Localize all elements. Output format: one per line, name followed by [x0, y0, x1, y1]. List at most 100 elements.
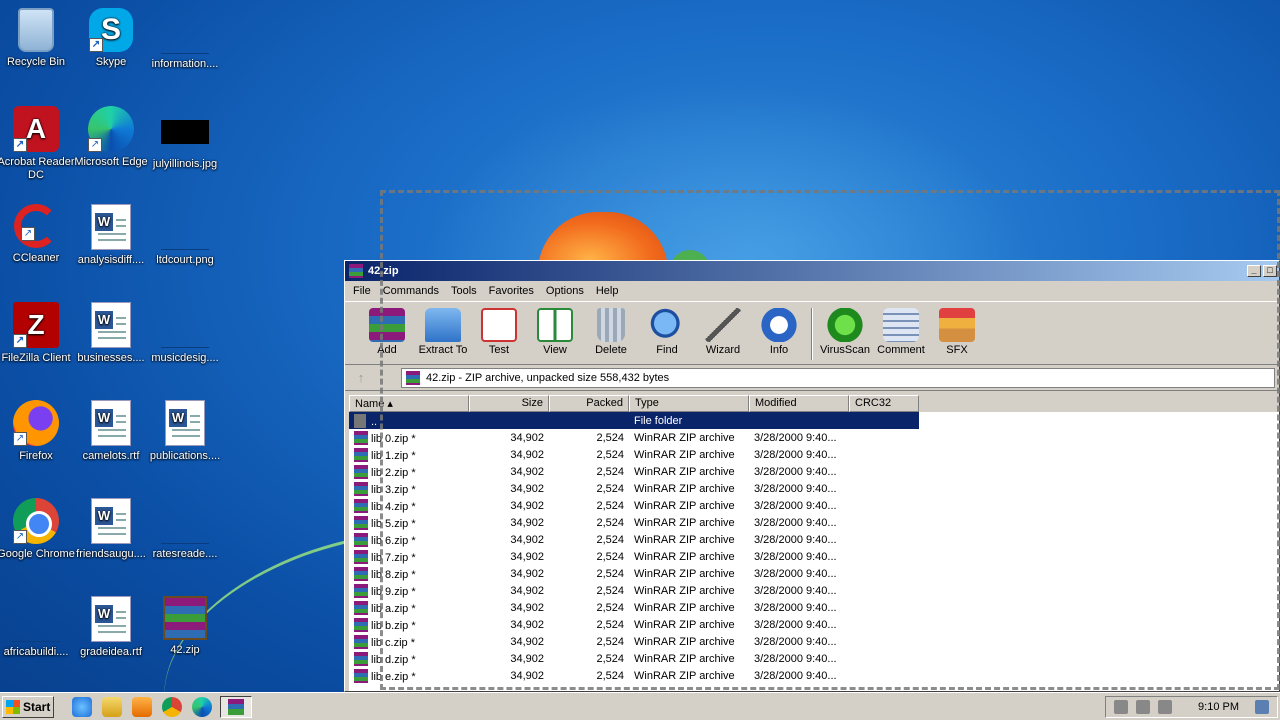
file-row[interactable]: lib e.zip * 34,902 2,524 WinRAR ZIP archive…	[349, 667, 1279, 684]
file-row[interactable]: lib 2.zip * 34,902 2,524 WinRAR ZIP archive…	[349, 463, 1279, 480]
menu-help[interactable]: Help	[590, 285, 625, 297]
view-label: View	[543, 344, 567, 356]
up-arrow-icon[interactable]: ↑	[349, 368, 373, 388]
parent-folder-row[interactable]: .. File folder	[349, 412, 919, 429]
volume-icon[interactable]	[1114, 699, 1129, 714]
window-titlebar[interactable]: 42.zip _ □	[345, 261, 1279, 281]
info-icon	[761, 308, 797, 342]
edge-icon[interactable]	[192, 696, 212, 717]
desktop-icon-acrobat[interactable]: A ↗ Acrobat Reader DC	[0, 106, 75, 182]
taskbar: Start 9:10 PM	[0, 692, 1280, 720]
file-name: lib 9.zip *	[371, 585, 416, 598]
desktop-icon-musicdesig[interactable]: musicdesig....	[146, 302, 224, 365]
ccleaner-icon: ↗	[14, 204, 58, 248]
ie-icon[interactable]	[72, 696, 92, 717]
desktop-icon-edge[interactable]: ↗ Microsoft Edge	[72, 106, 150, 169]
flag-icon[interactable]	[1158, 699, 1173, 714]
media-player-icon[interactable]	[132, 696, 152, 717]
view-button[interactable]: View	[527, 308, 583, 356]
zip-file-icon	[354, 651, 368, 666]
file-row[interactable]: lib 4.zip * 34,902 2,524 WinRAR ZIP archive…	[349, 497, 1279, 514]
desktop-icon-africabuildi[interactable]: africabuildi....	[0, 596, 75, 659]
delete-button[interactable]: Delete	[583, 308, 639, 356]
add-button[interactable]: Add	[359, 308, 415, 356]
explorer-icon[interactable]	[102, 696, 122, 717]
winrar-icon	[349, 264, 363, 278]
skype-icon: S ↗	[89, 8, 133, 52]
menu-options[interactable]: Options	[540, 285, 590, 297]
file-row[interactable]: lib 1.zip * 34,902 2,524 WinRAR ZIP archive…	[349, 446, 1279, 463]
column-modified[interactable]: Modified	[749, 395, 849, 412]
desktop-icon-firefox[interactable]: ↗ Firefox	[0, 400, 75, 463]
file-type: WinRAR ZIP archive	[634, 601, 735, 614]
file-name-cell: lib 9.zip *	[349, 583, 469, 598]
desktop-icon-ccleaner[interactable]: ↗ CCleaner	[0, 204, 75, 265]
desktop-icon-ratesreade[interactable]: ratesreade....	[146, 498, 224, 561]
delete-label: Delete	[595, 344, 627, 356]
file-row[interactable]: lib 6.zip * 34,902 2,524 WinRAR ZIP archive…	[349, 531, 1279, 548]
extract-to-button[interactable]: Extract To	[415, 308, 471, 356]
file-modified: 3/28/2000 9:40...	[754, 482, 837, 495]
desktop-icon-recycle-bin[interactable]: Recycle Bin	[0, 8, 75, 69]
wizard-button[interactable]: Wizard	[695, 308, 751, 356]
test-icon	[481, 308, 517, 342]
desktop-icon-analysisdiff[interactable]: W analysisdiff....	[72, 204, 150, 267]
menu-file[interactable]: File	[347, 285, 377, 297]
maximize-button[interactable]: □	[1263, 265, 1277, 277]
info-button[interactable]: Info	[751, 308, 807, 356]
file-row[interactable]: lib 3.zip * 34,902 2,524 WinRAR ZIP archive…	[349, 480, 1279, 497]
column-size[interactable]: Size	[469, 395, 549, 412]
desktop-icon-camelots[interactable]: W camelots.rtf	[72, 400, 150, 463]
file-size: 34,902	[510, 584, 544, 597]
network-icon[interactable]	[1136, 699, 1151, 714]
file-row[interactable]: lib 0.zip * 34,902 2,524 WinRAR ZIP archive…	[349, 429, 1279, 446]
desktop-icon-publications[interactable]: W publications....	[146, 400, 224, 463]
menu-commands[interactable]: Commands	[377, 285, 445, 297]
desktop-icon-42zip[interactable]: 42.zip	[146, 596, 224, 657]
menu-favorites[interactable]: Favorites	[483, 285, 540, 297]
test-button[interactable]: Test	[471, 308, 527, 356]
column-type[interactable]: Type	[629, 395, 749, 412]
menu-tools[interactable]: Tools	[445, 285, 483, 297]
find-button[interactable]: Find	[639, 308, 695, 356]
chrome-icon[interactable]	[162, 696, 182, 717]
comment-button[interactable]: Comment	[873, 308, 929, 356]
column-name[interactable]: Name ▴	[349, 395, 469, 412]
trash-icon	[597, 308, 625, 342]
file-row[interactable]: lib 7.zip * 34,902 2,524 WinRAR ZIP archive…	[349, 548, 1279, 565]
sfx-label: SFX	[946, 344, 968, 356]
minimize-button[interactable]: _	[1247, 265, 1261, 277]
desktop-icon-friendsaugu[interactable]: W friendsaugu....	[72, 498, 150, 561]
show-desktop-icon[interactable]	[1255, 699, 1269, 714]
word-doc-icon: W	[91, 400, 131, 446]
virusscan-button[interactable]: VirusScan	[817, 308, 873, 356]
zip-file-icon	[354, 515, 368, 530]
address-field[interactable]: 42.zip - ZIP archive, unpacked size 558,…	[401, 367, 1275, 388]
desktop-icon-label: Microsoft Edge	[74, 156, 148, 168]
file-modified: 3/28/2000 9:40...	[754, 465, 837, 478]
desktop-icon-filezilla[interactable]: Z ↗ FileZilla Client	[0, 302, 75, 365]
desktop-icon-ltdcourt[interactable]: ltdcourt.png	[146, 204, 224, 267]
desktop-icon-chrome[interactable]: ↗ Google Chrome	[0, 498, 75, 561]
file-row[interactable]: lib 5.zip * 34,902 2,524 WinRAR ZIP archive…	[349, 514, 1279, 531]
column-crc32[interactable]: CRC32	[849, 395, 919, 412]
recycle-bin-icon	[18, 8, 54, 52]
start-button[interactable]: Start	[2, 695, 54, 718]
sfx-button[interactable]: SFX	[929, 308, 985, 356]
desktop-icon-businesses[interactable]: W businesses....	[72, 302, 150, 365]
taskbar-winrar-button[interactable]	[220, 695, 252, 718]
desktop-icon-skype[interactable]: S ↗ Skype	[72, 8, 150, 69]
file-row[interactable]: lib 8.zip * 34,902 2,524 WinRAR ZIP archive…	[349, 565, 1279, 582]
file-row[interactable]: lib 9.zip * 34,902 2,524 WinRAR ZIP archive…	[349, 582, 1279, 599]
file-packed: 2,524	[596, 601, 624, 614]
file-packed: 2,524	[596, 550, 624, 563]
desktop-icon-julyillinois[interactable]: julyillinois.jpg	[146, 106, 224, 171]
desktop-icon-information[interactable]: information....	[146, 8, 224, 71]
shortcut-arrow-icon: ↗	[21, 227, 35, 241]
desktop-icon-gradeidea[interactable]: W gradeidea.rtf	[72, 596, 150, 659]
system-tray: 9:10 PM	[1105, 695, 1278, 718]
column-packed[interactable]: Packed	[549, 395, 629, 412]
info-label: Info	[769, 344, 789, 356]
clock[interactable]: 9:10 PM	[1198, 701, 1239, 713]
file-size: 34,902	[510, 499, 544, 512]
